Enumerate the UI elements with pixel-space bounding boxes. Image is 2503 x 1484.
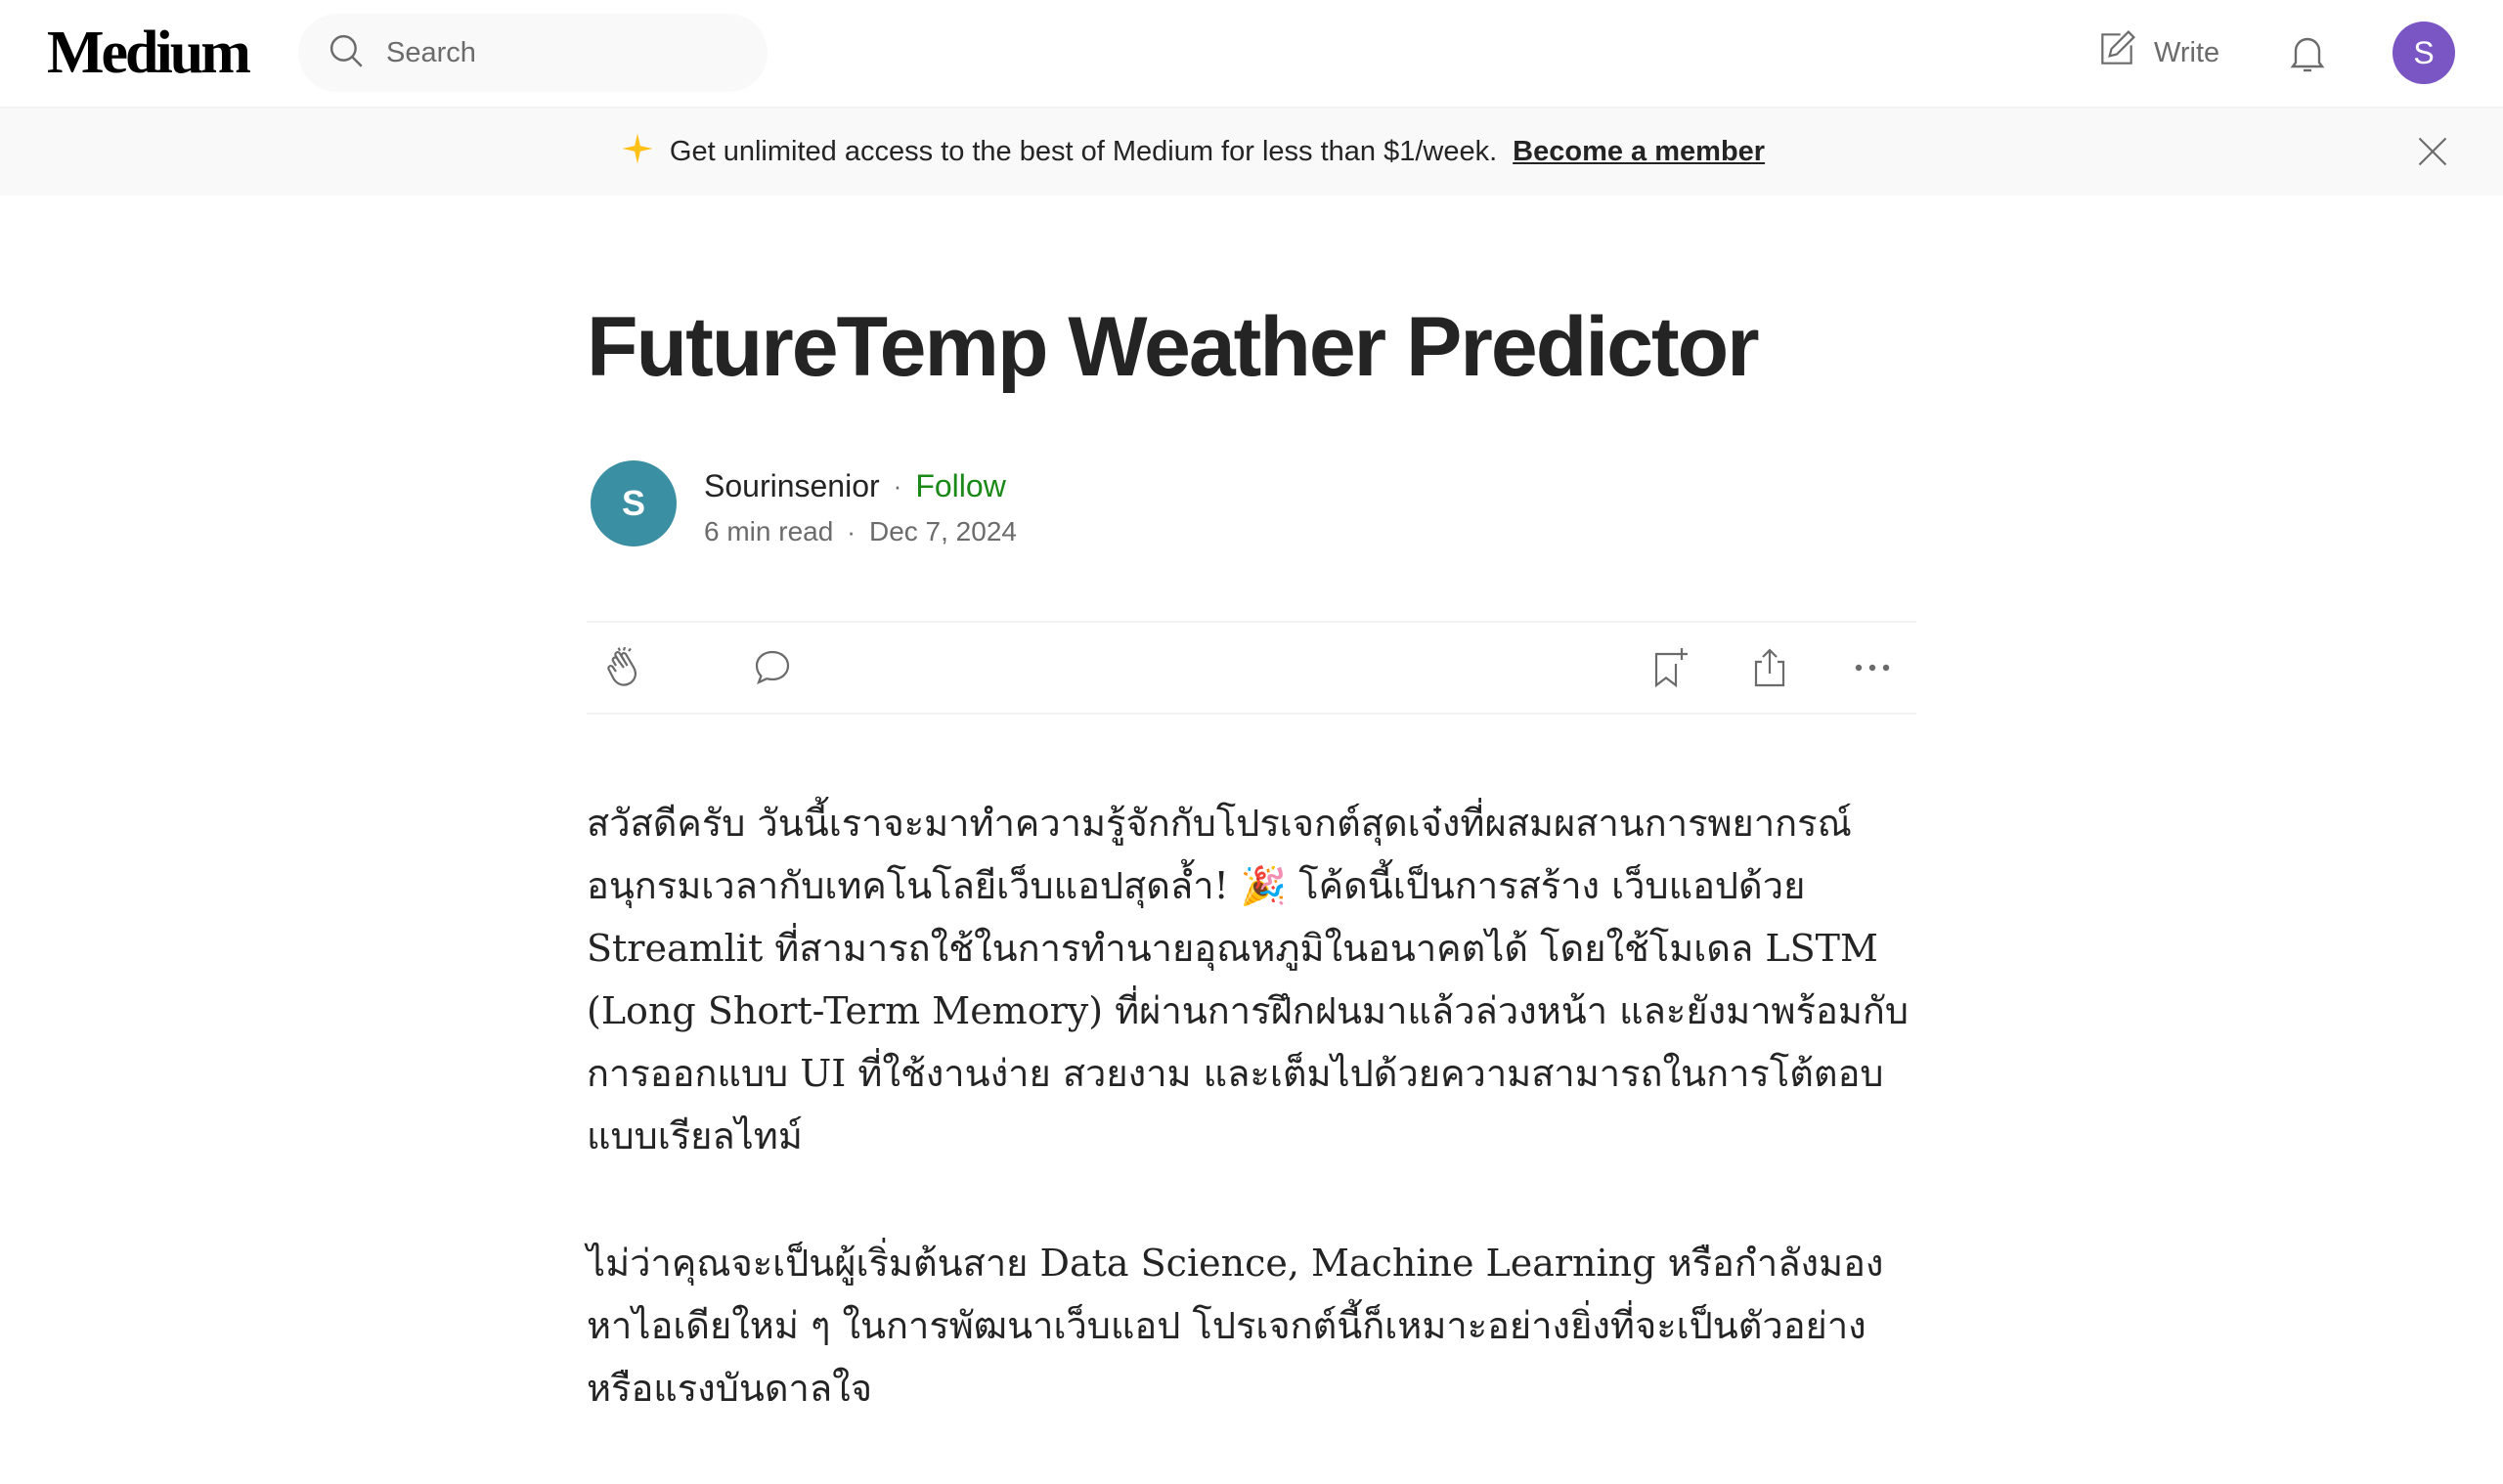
write-label: Write bbox=[2154, 36, 2220, 68]
share-icon bbox=[1746, 648, 1793, 695]
more-options-button[interactable] bbox=[1849, 644, 1896, 691]
close-icon bbox=[2415, 137, 2450, 176]
separator-dot: · bbox=[847, 517, 856, 546]
banner-text: Get unlimited access to the best of Medi… bbox=[669, 136, 1498, 167]
clap-icon bbox=[602, 646, 649, 695]
become-member-link[interactable]: Become a member bbox=[1513, 136, 1765, 168]
article-body: สวัสดีครับ วันนี้เราจะมาทำความรู้จักกับโ… bbox=[587, 792, 1916, 1484]
follow-button[interactable]: Follow bbox=[915, 464, 1005, 507]
author-name[interactable]: Sourinsenior bbox=[704, 464, 880, 507]
article-action-bar bbox=[587, 621, 1916, 715]
membership-banner: Get unlimited access to the best of Medi… bbox=[0, 109, 2503, 196]
comment-button[interactable] bbox=[749, 644, 796, 691]
sparkle-icon bbox=[621, 132, 670, 173]
write-icon bbox=[2095, 27, 2154, 78]
article-meta: 6 min read · Dec 7, 2024 bbox=[704, 512, 1017, 551]
more-icon bbox=[1849, 664, 1896, 695]
article-paragraph: สวัสดีครับ วันนี้เราจะมาทำความรู้จักกับโ… bbox=[587, 802, 1910, 1157]
share-button[interactable] bbox=[1746, 644, 1793, 691]
author-line: Sourinsenior · Follow bbox=[704, 464, 1006, 507]
top-navbar: Medium Write S bbox=[0, 0, 2503, 109]
medium-logo[interactable]: Medium bbox=[47, 18, 251, 88]
comment-icon bbox=[749, 650, 796, 695]
notifications-button[interactable] bbox=[2284, 29, 2331, 76]
close-banner-button[interactable] bbox=[2415, 134, 2450, 169]
search-box[interactable] bbox=[298, 14, 768, 92]
user-avatar[interactable]: S bbox=[2393, 22, 2455, 84]
clap-button[interactable] bbox=[602, 644, 649, 691]
bookmark-button[interactable] bbox=[1647, 644, 1693, 691]
read-time: 6 min read bbox=[704, 516, 834, 546]
publish-date: Dec 7, 2024 bbox=[868, 516, 1017, 546]
search-icon bbox=[326, 30, 367, 76]
bookmark-add-icon bbox=[1647, 648, 1693, 695]
search-input[interactable] bbox=[386, 36, 758, 69]
article-title: FutureTemp Weather Predictor bbox=[587, 300, 1760, 394]
write-button[interactable]: Write bbox=[2095, 27, 2219, 78]
bell-icon bbox=[2284, 37, 2331, 80]
author-avatar[interactable]: S bbox=[591, 460, 677, 546]
separator-dot: · bbox=[893, 471, 902, 501]
article-paragraph: ไม่ว่าคุณจะเป็นผู้เริ่มต้นสาย Data Scien… bbox=[587, 1242, 1884, 1410]
